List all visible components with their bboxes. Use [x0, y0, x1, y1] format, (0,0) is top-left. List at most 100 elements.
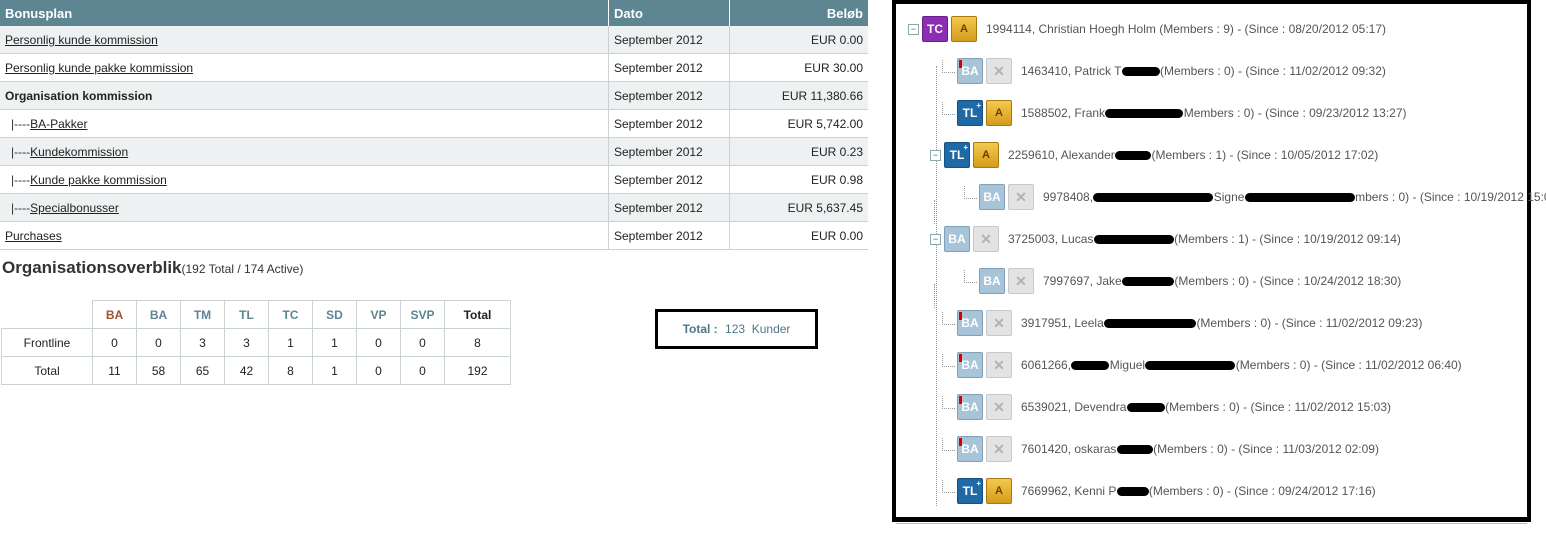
tree-node[interactable]: BA ✕ 3917951, Leela (Members : 0) - (Since… [942, 308, 1422, 338]
bonus-row: |----Kundekommission September 2012 EUR 0.… [0, 137, 868, 166]
rank-badge-label: TL [962, 484, 978, 498]
bonus-row: Purchases September 2012 EUR 0.00 [0, 221, 868, 250]
member-stats: (Members : 0) - (Since : 11/02/2012 09:2… [1196, 316, 1423, 330]
member-id-name: 9978408, [1043, 190, 1094, 204]
bonus-cell-label: Personlig kunde pakke kommission [0, 53, 609, 82]
member-text: 7997697, Jake (Members : 0) - (Since : 1… [1043, 274, 1401, 288]
redaction-mark [1071, 361, 1110, 371]
overview-col-header: SD [312, 300, 357, 329]
tree-guide-line [934, 200, 935, 224]
bonus-cell-label: |----Kunde pakke kommission [0, 165, 609, 194]
active-status-icon: A [951, 16, 977, 42]
overview-col-header: BA [136, 300, 181, 329]
overview-cell: 58 [136, 356, 181, 385]
redaction-mark [1126, 403, 1165, 413]
member-stats: (Members : 1) - (Since : 10/05/2012 17:0… [1151, 148, 1379, 162]
rank-badge-icon: TL [957, 100, 983, 126]
tree-node[interactable]: TL A 7669962, Kenni P (Members : 0) - (Sin… [942, 476, 1376, 506]
bonus-link[interactable]: BA-Pakker [30, 117, 87, 131]
bonus-cell-amount: EUR 0.00 [729, 221, 868, 250]
overview-row: Frontline 0 0 3 3 1 1 0 0 8 [1, 328, 511, 357]
redaction-mark [1122, 277, 1175, 287]
tree-node[interactable]: − BA ✕ 3725003, Lucas (Members : 1) - (Sinc… [930, 224, 1401, 254]
overview-row: Total 11 58 65 42 8 1 0 0 192 [1, 356, 511, 385]
tree-node[interactable]: BA ✕ 6061266, Miguel (Members : 0) - (Sinc… [942, 350, 1462, 380]
overview-corner [2, 301, 93, 329]
member-text: 1588502, Frank Members : 0) - (Since : 0… [1021, 106, 1407, 120]
overview-heading: Organisationsoverblik [2, 258, 182, 277]
member-stats: mbers : 0) - (Since : 10/19/2012 15:04) [1355, 190, 1546, 204]
rank-badge-icon: BA [979, 184, 1005, 210]
tree-node[interactable]: TL A 1588502, Frank Members : 0) - (Since … [942, 98, 1407, 128]
member-id-name: 3917951, Leela [1021, 316, 1104, 330]
bonus-link[interactable]: Personlig kunde pakke kommission [5, 61, 193, 75]
rank-badge-label: TC [927, 22, 943, 36]
rank-badge-icon: BA [957, 58, 983, 84]
overview-col-header: TL [224, 300, 269, 329]
overview-col-header: Total [444, 300, 511, 329]
overview-cell: 11 [92, 356, 137, 385]
overview-col-header: TC [268, 300, 313, 329]
bonus-link[interactable]: Purchases [5, 229, 62, 243]
inactive-status-icon: ✕ [973, 226, 999, 252]
tree-node[interactable]: − TC A 1994114, Christian Hoegh Holm (Membe… [908, 14, 1386, 44]
bonus-row: |----Kunde pakke kommission September 201… [0, 165, 868, 194]
col-dato[interactable]: Dato [608, 0, 730, 26]
collapse-toggle-icon[interactable]: − [908, 23, 919, 35]
redaction-mark [1104, 319, 1197, 329]
tree-node[interactable]: BA ✕ 9978408, Signe mbers : 0) - (Since : … [964, 182, 1546, 212]
bonus-link[interactable]: Personlig kunde kommission [5, 33, 158, 47]
member-stats: (Members : 0) - (Since : 11/02/2012 09:3… [1159, 64, 1386, 78]
inactive-status-icon: ✕ [986, 352, 1012, 378]
bonus-cell-date: September 2012 [608, 81, 730, 110]
member-name-part: Miguel [1109, 358, 1146, 372]
member-text: 7669962, Kenni P (Members : 0) - (Since … [1021, 484, 1376, 498]
rank-badge-icon: BA [957, 394, 983, 420]
tree-node[interactable]: BA ✕ 7997697, Jake (Members : 0) - (Since … [964, 266, 1401, 296]
bonus-cell-amount: EUR 5,637.45 [729, 193, 868, 222]
member-id-name: 6061266, [1021, 358, 1072, 372]
collapse-toggle-icon[interactable]: − [930, 233, 941, 245]
inactive-status-icon: ✕ [986, 58, 1012, 84]
bonus-cell-amount: EUR 5,742.00 [729, 109, 868, 138]
overview-cell: 3 [224, 328, 269, 357]
col-belob[interactable]: Beløb [729, 0, 868, 26]
rank-badge-icon: BA [957, 352, 983, 378]
member-text: 1994114, Christian Hoegh Holm (Members :… [986, 22, 1386, 36]
overview-subtitle: (192 Total / 174 Active) [181, 262, 304, 276]
redaction-mark [1244, 193, 1355, 203]
tree-connector [942, 101, 955, 115]
member-id-name: 1588502, Frank [1021, 106, 1106, 120]
tree-node[interactable]: −TL A 2259610, Alexander (Members : 1) - (… [930, 140, 1378, 170]
redaction-mark [1116, 445, 1153, 455]
bonus-cell-label: |----BA-Pakker [0, 109, 609, 138]
bonus-label: Organisation kommission [5, 88, 153, 103]
tree-node[interactable]: BA ✕ 6539021, Devendra (Members : 0) - (Si… [942, 392, 1391, 422]
active-status-icon: A [986, 478, 1012, 504]
rank-badge-label: BA [961, 400, 979, 414]
bonus-link[interactable]: Kunde pakke kommission [30, 173, 167, 187]
alert-flag-icon [959, 354, 962, 362]
member-id-name: 7601420, oskaras [1021, 442, 1117, 456]
bonus-cell-date: September 2012 [608, 109, 730, 138]
bonus-link[interactable]: Kundekommission [30, 145, 128, 159]
overview-cell: 3 [180, 328, 225, 357]
bonus-link[interactable]: Specialbonusser [30, 201, 119, 215]
member-text: 6539021, Devendra (Members : 0) - (Since… [1021, 400, 1391, 414]
inactive-status-icon: ✕ [986, 394, 1012, 420]
bonus-cell-label: |----Kundekommission [0, 137, 609, 166]
tree-prefix: |---- [11, 116, 31, 131]
member-stats: (Members : 0) - (Since : 10/24/2012 18:3… [1174, 274, 1402, 288]
tree-node[interactable]: BA ✕ 1463410, Patrick T (Members : 0) - (S… [942, 56, 1386, 86]
col-bonusplan[interactable]: Bonusplan [0, 0, 609, 26]
rank-badge-label: TL [962, 106, 978, 120]
rank-badge-label: BA [961, 442, 979, 456]
tree-node[interactable]: BA ✕ 7601420, oskaras (Members : 0) - (Sin… [942, 434, 1379, 464]
alert-flag-icon [959, 438, 962, 446]
member-stats: (Members : 0) - (Since : 11/02/2012 06:4… [1235, 358, 1462, 372]
overview-cell: 192 [444, 356, 511, 385]
bonus-row: |----Specialbonusser September 2012 EUR 5,… [0, 193, 868, 222]
active-status-icon: A [973, 142, 999, 168]
rank-badge-icon: TC [922, 16, 948, 42]
collapse-toggle-icon[interactable]: − [930, 149, 941, 161]
